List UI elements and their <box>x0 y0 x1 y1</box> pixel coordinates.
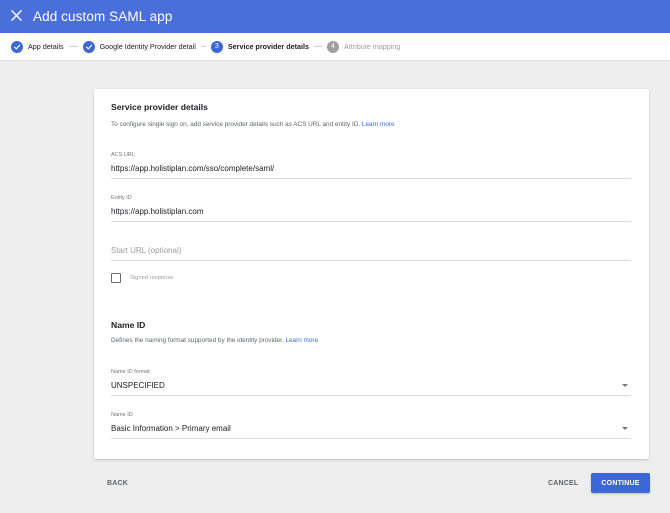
step-label: Service provider details <box>227 42 309 51</box>
step-label: Attribute mapping <box>343 42 401 51</box>
select-value: Basic Information > Primary email <box>111 424 231 433</box>
section-description: Defines the naming format supported by t… <box>111 337 318 344</box>
section-title: Name ID <box>111 320 146 330</box>
entity-id-field[interactable]: Entity ID https://app.holistiplan.com <box>111 195 631 222</box>
name-id-format-select[interactable]: UNSPECIFIED <box>111 381 631 396</box>
step-number: 4 <box>326 40 339 53</box>
back-button[interactable]: BACK <box>107 480 128 487</box>
step-label: Google Identity Provider detail <box>99 42 196 51</box>
learn-more-link[interactable]: Learn more <box>362 121 395 128</box>
cancel-button[interactable]: CANCEL <box>548 480 578 487</box>
step-label: App details <box>28 42 64 51</box>
page-title: Add custom SAML app <box>33 9 173 24</box>
step-number: 3 <box>210 40 223 53</box>
acs-url-input[interactable]: https://app.holistiplan.com/sso/complete… <box>111 164 631 179</box>
section-title: Service provider details <box>111 102 208 112</box>
app-header: Add custom SAML app <box>0 0 670 33</box>
step-service-provider-details[interactable]: 3 Service provider details <box>210 40 309 53</box>
acs-url-field[interactable]: ACS URL https://app.holistiplan.com/sso/… <box>111 152 631 179</box>
service-provider-card: Service provider details To configure si… <box>94 89 649 459</box>
dropdown-arrow-icon <box>622 384 628 387</box>
field-label: ACS URL <box>111 152 135 158</box>
learn-more-link[interactable]: Learn more <box>285 337 318 344</box>
start-url-input[interactable]: Start URL (optional) <box>111 246 631 261</box>
step-google-idp-details[interactable]: Google Identity Provider detail <box>82 40 196 53</box>
checkbox-label: Signed response <box>130 275 174 281</box>
step-app-details[interactable]: App details <box>11 40 64 53</box>
check-icon <box>82 40 95 53</box>
name-id-field[interactable]: Name ID Basic Information > Primary emai… <box>111 412 631 439</box>
step-connector <box>200 46 206 47</box>
name-id-format-field[interactable]: Name ID format UNSPECIFIED <box>111 369 631 396</box>
stepper: App details Google Identity Provider det… <box>0 33 670 61</box>
section-description: To configure single sign on, add service… <box>111 121 395 128</box>
entity-id-input[interactable]: https://app.holistiplan.com <box>111 207 631 222</box>
description-text: To configure single sign on, add service… <box>111 121 361 128</box>
description-text: Defines the naming format supported by t… <box>111 337 284 344</box>
step-connector <box>313 46 322 47</box>
start-url-field[interactable]: Start URL (optional) <box>111 246 631 261</box>
name-id-select[interactable]: Basic Information > Primary email <box>111 424 631 439</box>
dropdown-arrow-icon <box>622 427 628 430</box>
signed-response-row[interactable]: Signed response <box>111 273 174 283</box>
check-icon <box>11 40 23 53</box>
continue-button[interactable]: CONTINUE <box>591 473 650 493</box>
field-label: Entity ID <box>111 195 132 201</box>
select-value: UNSPECIFIED <box>111 381 165 390</box>
step-connector <box>68 46 78 47</box>
close-icon <box>10 8 22 26</box>
signed-response-checkbox[interactable] <box>111 273 121 283</box>
close-button[interactable] <box>1 0 31 33</box>
field-label: Name ID <box>111 412 133 418</box>
field-label: Name ID format <box>111 369 150 375</box>
step-attribute-mapping[interactable]: 4 Attribute mapping <box>326 40 401 53</box>
